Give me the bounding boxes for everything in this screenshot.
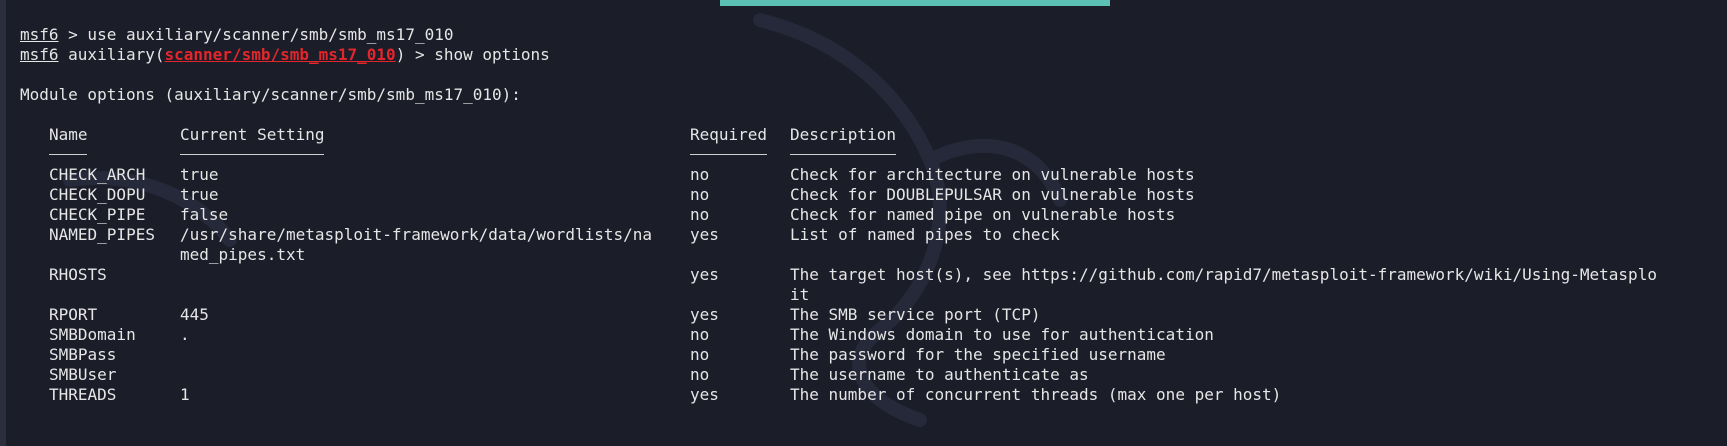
option-description: The password for the specified username [790, 345, 1166, 364]
option-required: no [690, 165, 710, 184]
command-line-1: msf6 > use auxiliary/scanner/smb/smb_ms1… [20, 24, 453, 46]
option-required: yes [690, 385, 719, 404]
option-name: CHECK_ARCH [49, 165, 146, 184]
option-required: yes [690, 265, 719, 284]
option-current-setting: . [180, 325, 190, 344]
option-description: it [790, 285, 810, 304]
option-name: SMBUser [49, 365, 117, 384]
terminal-window[interactable]: msf6 > use auxiliary/scanner/smb/smb_ms1… [0, 0, 1727, 446]
module-options-heading: Module options (auxiliary/scanner/smb/sm… [20, 85, 521, 104]
option-current-setting: false [180, 205, 229, 224]
option-current-setting: 445 [180, 305, 209, 324]
command-text: > use auxiliary/scanner/smb/smb_ms17_010 [58, 25, 454, 44]
option-name: SMBPass [49, 345, 117, 364]
option-required: no [690, 325, 710, 344]
option-required: no [690, 205, 710, 224]
option-required: yes [690, 305, 719, 324]
column-header-description: Description [790, 125, 896, 144]
msf-prompt: msf6 [20, 45, 59, 64]
option-current-setting: 1 [180, 385, 190, 404]
option-name: SMBDomain [49, 325, 136, 344]
option-description: The Windows domain to use for authentica… [790, 325, 1214, 344]
option-name: RPORT [49, 305, 98, 324]
option-required: no [690, 365, 710, 384]
option-name: THREADS [49, 385, 117, 404]
option-current-setting: /usr/share/metasploit-framework/data/wor… [180, 225, 653, 244]
column-header-underline [690, 154, 767, 155]
option-required: yes [690, 225, 719, 244]
column-header-setting: Current Setting [180, 125, 325, 144]
option-name: NAMED_PIPES [49, 225, 155, 244]
option-description: The number of concurrent threads (max on… [790, 385, 1282, 404]
column-header-underline [790, 154, 896, 155]
option-current-setting: med_pipes.txt [180, 245, 306, 264]
option-required: no [690, 345, 710, 364]
option-description: The SMB service port (TCP) [790, 305, 1041, 324]
option-name: RHOSTS [49, 265, 107, 284]
option-description: List of named pipes to check [790, 225, 1060, 244]
column-header-underline [180, 154, 324, 155]
option-required: no [690, 185, 710, 204]
option-description: Check for named pipe on vulnerable hosts [790, 205, 1176, 224]
option-description: The username to authenticate as [790, 365, 1089, 384]
column-header-name: Name [49, 125, 88, 144]
option-description: Check for DOUBLEPULSAR on vulnerable hos… [790, 185, 1195, 204]
command-line-2: msf6 auxiliary(scanner/smb/smb_ms17_010)… [20, 44, 550, 66]
prompt-context: auxiliary( [58, 45, 165, 64]
option-name: CHECK_DOPU [49, 185, 146, 204]
option-description: Check for architecture on vulnerable hos… [790, 165, 1195, 184]
option-description: The target host(s), see https://github.c… [790, 265, 1657, 284]
option-name: CHECK_PIPE [49, 205, 146, 224]
option-current-setting: true [180, 185, 219, 204]
option-current-setting: true [180, 165, 219, 184]
msf-prompt: msf6 [20, 25, 59, 44]
column-header-underline [49, 154, 88, 155]
active-module-name: scanner/smb/smb_ms17_010 [164, 45, 396, 64]
command-text: ) > show options [395, 45, 550, 64]
column-header-required: Required [690, 125, 768, 144]
